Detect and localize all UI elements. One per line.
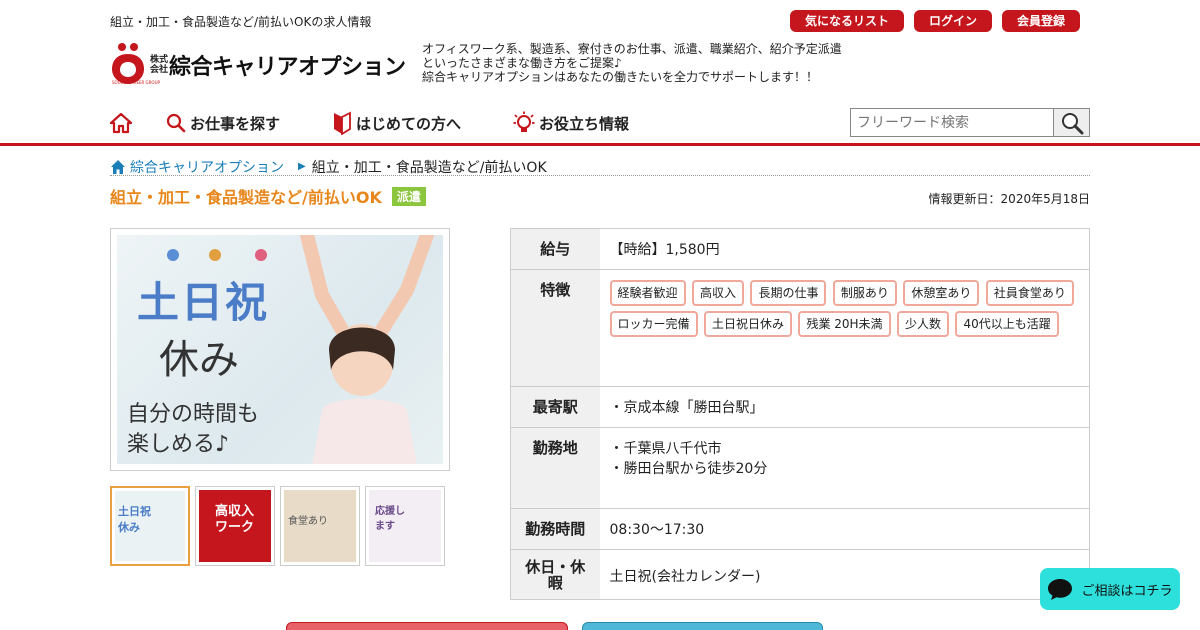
home-icon [111, 159, 125, 174]
logo-name: 綜合キャリアオプション [169, 55, 406, 80]
thumbnail[interactable]: 食堂あり [280, 486, 360, 566]
image-subheadline: 休み [159, 337, 239, 383]
thumbnail[interactable]: 高収入ワーク [195, 486, 275, 566]
search-button[interactable] [1053, 109, 1089, 136]
chat-consult-button[interactable]: ご相談はコチラ [1040, 568, 1180, 610]
beginner-mark-icon [334, 111, 351, 135]
nav-label: お役立ち情報 [539, 114, 630, 133]
magnifier-icon [1061, 112, 1083, 134]
breadcrumb-arrow-icon: ▶ [298, 161, 306, 172]
salary-value: 【時給】1,580円 [609, 242, 720, 258]
image-caption: 自分の時間も 楽しめる♪ [127, 400, 259, 460]
top-buttons: 気になるリスト ログイン 会員登録 [790, 10, 1080, 32]
nav-find-jobs[interactable]: お仕事を探す [166, 113, 280, 134]
holiday-label: 休日・休暇 [510, 549, 600, 600]
image-headline: 土日祝 [137, 269, 269, 330]
page-title: 組立・加工・食品製造など/前払いOK 派遣 [110, 184, 426, 208]
thumbnail-strip: 土日祝 休み 高収入ワーク 食堂あり 応援します [110, 486, 445, 566]
feature-tag: 40代以上も活躍 [955, 311, 1059, 337]
detail-row: 勤務時間 08:30～17:30 [510, 508, 1090, 550]
register-button[interactable]: 会員登録 [1002, 10, 1080, 32]
image-dot [255, 249, 267, 261]
nav-label: お仕事を探す [190, 114, 281, 133]
apply-button[interactable] [286, 622, 568, 630]
holiday-value: 土日祝(会社カレンダー) [609, 569, 761, 585]
feature-tag: 経験者歓迎 [609, 280, 686, 306]
detail-row: 最寄駅 ・京成本線「勝田台駅」 [510, 386, 1090, 428]
favorite-list-button[interactable]: 気になるリスト [790, 10, 904, 32]
location-line: ・千葉県八千代市 [609, 441, 722, 457]
breadcrumb-home-label: 綜合キャリアオプション [130, 159, 284, 176]
description-line: といったさまざまな働き方をご提案♪ [422, 56, 622, 70]
detail-row: 休日・休暇 土日祝(会社カレンダー) [510, 549, 1090, 600]
feature-tag: ロッカー完備 [609, 311, 698, 337]
feature-tag: 少人数 [897, 311, 950, 337]
image-dot [209, 249, 221, 261]
home-icon [110, 112, 132, 134]
image-caption-line: 楽しめる♪ [127, 432, 230, 457]
feature-tag: 長期の仕事 [750, 280, 827, 306]
search-box [850, 108, 1090, 137]
login-button[interactable]: ログイン [914, 10, 992, 32]
features-tags: 経験者歓迎 高収入 長期の仕事 制服あり 休憩室あり 社員食堂あり ロッカー完備… [600, 270, 1090, 387]
location-value: ・千葉県八千代市 ・勝田台駅から徒歩20分 [600, 428, 1090, 509]
dispatch-badge: 派遣 [391, 186, 426, 206]
thumbnail-caption: 土日祝 休み [118, 505, 151, 534]
updated-date: 情報更新日：2020年5月18日 [928, 192, 1090, 206]
hours-value: 08:30～17:30 [609, 522, 705, 538]
location-label: 勤務地 [510, 427, 600, 509]
main-job-image: 土日祝 休み 自分の時間も 楽しめる♪ [110, 228, 450, 471]
feature-tag: 土日祝日休み [703, 311, 792, 337]
nav-label: はじめての方へ [356, 114, 462, 133]
detail-row: 給与 【時給】1,580円 [510, 228, 1090, 270]
description-line: 綜合キャリアオプションはあなたの働きたいを全力でサポートします！！ [422, 70, 819, 84]
feature-tag: 残業 20H未満 [798, 311, 891, 337]
header-tagline: 組立・加工・食品製造など/前払いOKの求人情報 [110, 15, 372, 29]
feature-tag: 高収入 [691, 280, 744, 306]
nav-useful-info[interactable]: お役立ち情報 [513, 111, 629, 135]
chat-bubble-icon [1048, 579, 1073, 600]
hours-label: 勤務時間 [510, 508, 600, 550]
station-value: ・京成本線「勝田台駅」 [609, 400, 764, 416]
header-description: オフィスワーク系、製造系、寮付きのお仕事、派遣、職業紹介、紹介予定派遣 といった… [422, 42, 842, 84]
logo-subtext: SOUGO CAREER GROUP [112, 80, 160, 85]
title-text: 組立・加工・食品製造など/前払いOK [110, 188, 382, 207]
nav-home[interactable] [110, 112, 136, 134]
header-divider [0, 143, 1200, 146]
location-line: ・勝田台駅から徒歩20分 [609, 461, 768, 477]
breadcrumb-current: 組立・加工・食品製造など/前払いOK [311, 159, 547, 176]
image-dot [167, 249, 179, 261]
salary-label: 給与 [510, 228, 600, 270]
lightbulb-icon [513, 111, 535, 132]
breadcrumb-home[interactable]: 綜合キャリアオプション [110, 157, 284, 177]
thumbnail[interactable]: 土日祝 休み [110, 486, 190, 566]
chat-label: ご相談はコチラ [1081, 583, 1173, 599]
detail-row: 勤務地 ・千葉県八千代市 ・勝田台駅から徒歩20分 [510, 427, 1090, 509]
image-caption-line: 自分の時間も [127, 402, 260, 427]
feature-tag: 制服あり [832, 280, 897, 306]
station-label: 最寄駅 [510, 386, 600, 428]
features-label: 特徴 [510, 269, 600, 387]
page: 組立・加工・食品製造など/前払いOKの求人情報 気になるリスト ログイン 会員登… [0, 0, 1200, 630]
description-line: オフィスワーク系、製造系、寮付きのお仕事、派遣、職業紹介、紹介予定派遣 [422, 42, 842, 56]
image-headline-text: 土日祝 [137, 278, 270, 327]
feature-tag: 社員食堂あり [985, 280, 1074, 306]
search-input[interactable] [851, 109, 1053, 136]
search-icon [166, 113, 186, 133]
detail-row: 特徴 経験者歓迎 高収入 長期の仕事 制服あり 休憩室あり 社員食堂あり ロッカ… [510, 269, 1090, 387]
nav-beginners[interactable]: はじめての方へ [332, 111, 461, 135]
thumbnail[interactable]: 応援します [365, 486, 445, 566]
logo-kabushiki: 株式会社 [149, 55, 168, 75]
thumbnail-caption: 応援します [375, 506, 405, 532]
feature-tag: 休憩室あり [903, 280, 980, 306]
breadcrumb: 綜合キャリアオプション ▶ 組立・加工・食品製造など/前払いOK [110, 158, 1090, 176]
main-nav: お仕事を探す はじめての方へ お役立ち情報 [110, 108, 681, 138]
woman-stretching-illustration [300, 235, 434, 464]
thumbnail-caption: 食堂あり [288, 516, 328, 527]
thumbnail-caption: 高収入ワーク [215, 504, 255, 535]
job-details-table: 給与 【時給】1,580円 特徴 経験者歓迎 高収入 長期の仕事 制服あり 休憩… [510, 228, 1090, 600]
favorite-add-button[interactable] [582, 622, 823, 630]
